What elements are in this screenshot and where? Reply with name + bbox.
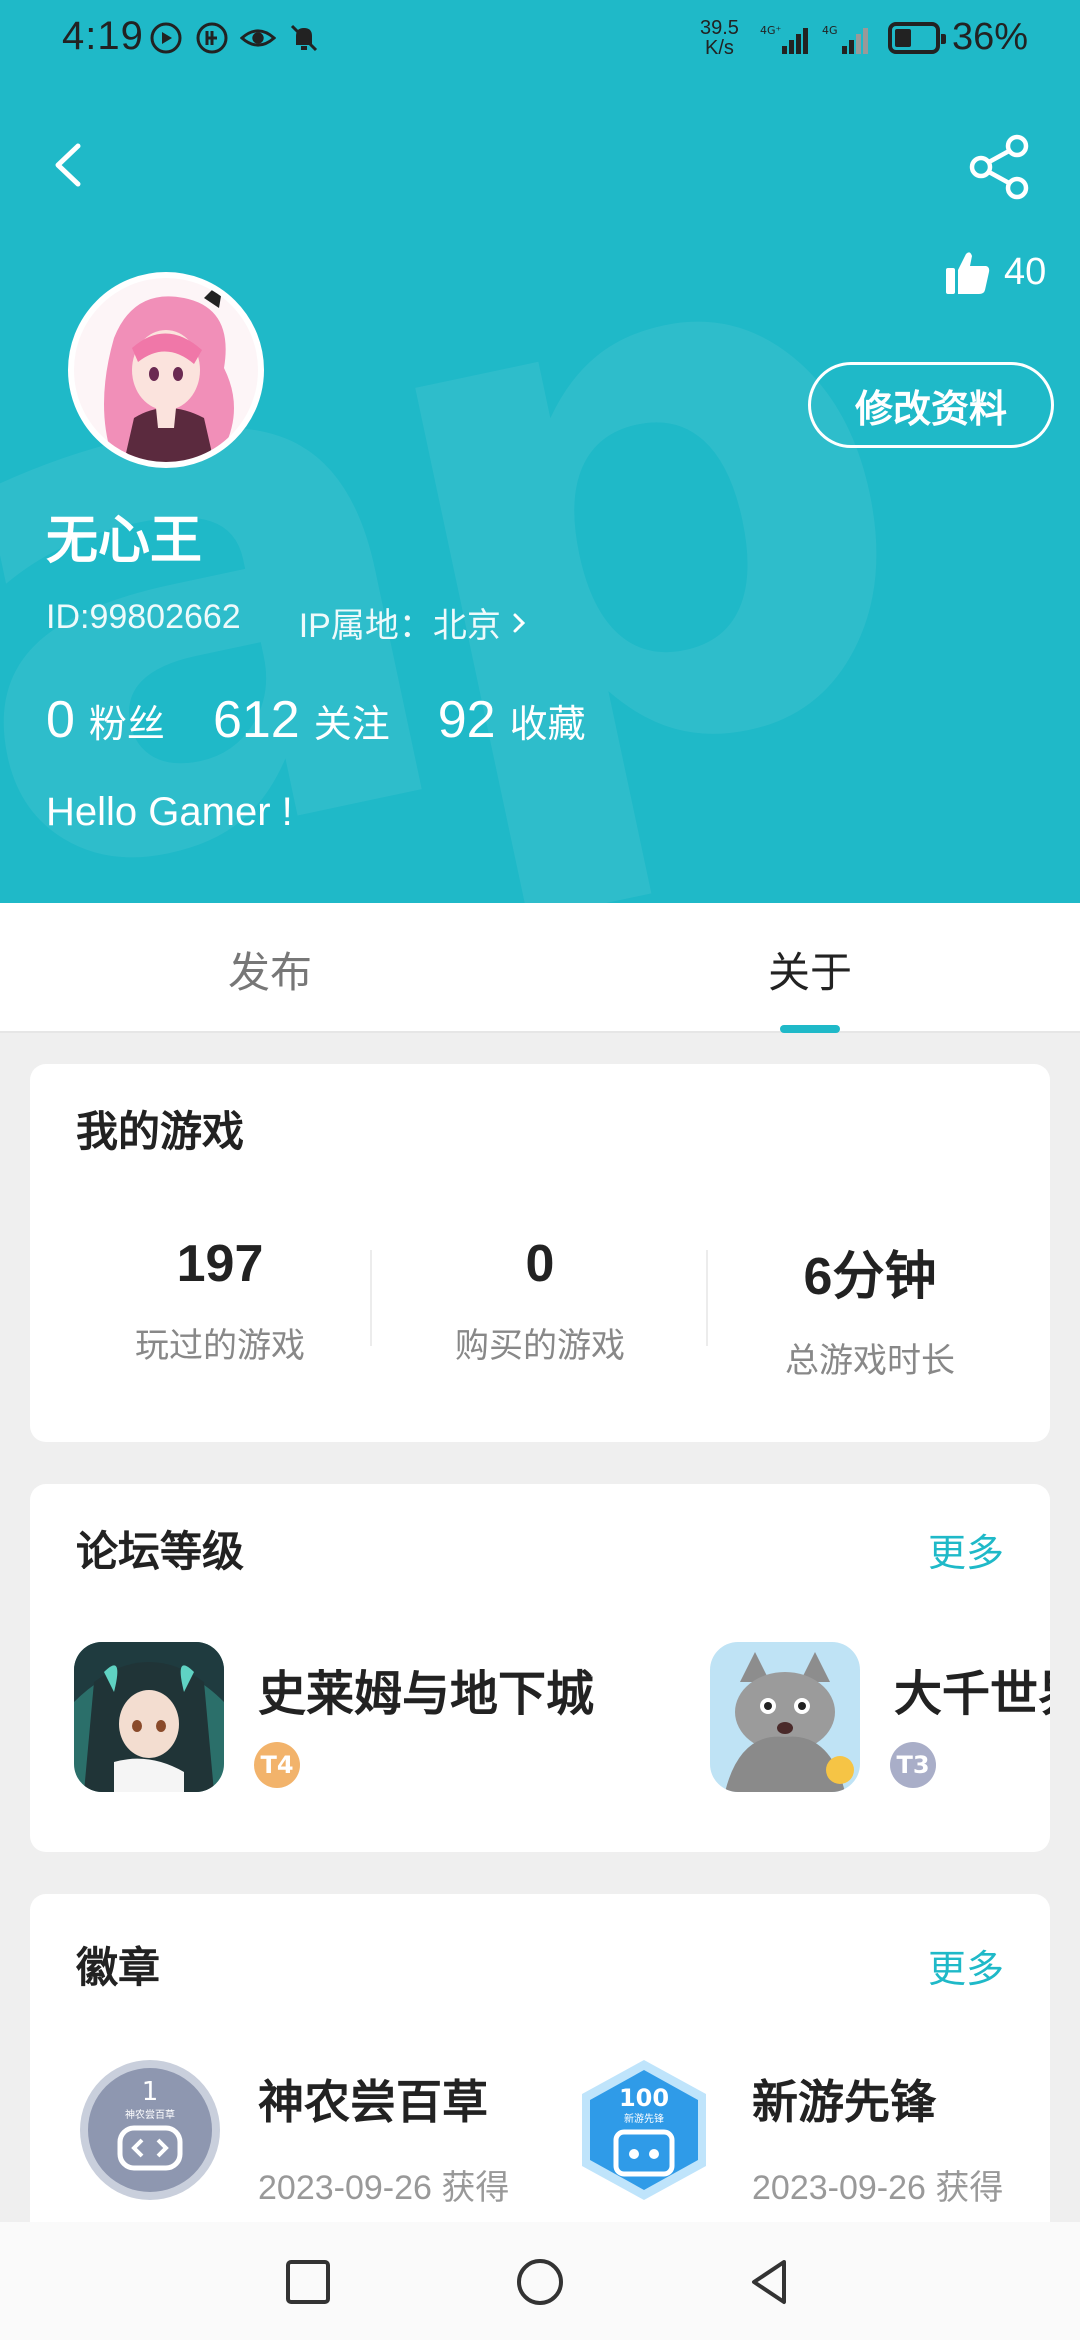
svg-text:4G⁺: 4G⁺ — [760, 24, 782, 37]
svg-text:4G: 4G — [822, 24, 838, 37]
share-button[interactable] — [965, 132, 1035, 202]
badge-text: 新游先锋 2023-09-26 获得 — [752, 2056, 1003, 2209]
favorites-count[interactable]: 92 — [438, 690, 496, 750]
played-games-label: 玩过的游戏 — [135, 1326, 305, 1366]
circle-icon — [517, 2259, 563, 2305]
network-speed-unit: K/s — [705, 37, 734, 59]
chevron-right-icon — [513, 613, 525, 632]
likes-count: 40 — [1004, 250, 1047, 293]
profile-meta: ID:99802662 IP属地：北京 — [46, 598, 529, 647]
played-games-count: 197 — [176, 1235, 264, 1293]
chevron-left-icon — [55, 143, 81, 187]
tab-active-indicator — [780, 1025, 840, 1033]
badge-icon-caption: 神农尝百草 — [125, 2108, 175, 2121]
following-count[interactable]: 612 — [213, 690, 300, 750]
badge-item[interactable]: 100 新游先锋 新游先锋 2023-09-26 获得 — [570, 2056, 1003, 2209]
badge-icon-caption: 新游先锋 — [624, 2112, 664, 2125]
badge-text: 神农尝百草 2023-09-26 获得 — [258, 2056, 509, 2209]
play-time-value: 6分钟 — [803, 1248, 937, 1306]
followers-label[interactable]: 粉丝 — [89, 693, 165, 748]
ip-location-text: IP属地：北京 — [298, 607, 501, 645]
play-time-label: 总游戏时长 — [785, 1341, 955, 1381]
forum-level-more-link[interactable]: 更多 — [928, 1522, 1004, 1577]
badge-date: 2023-09-26 获得 — [258, 2169, 510, 2207]
network-speed: 39.5 K/s — [700, 18, 739, 58]
status-time: 4:19 — [62, 14, 144, 58]
followers-count[interactable]: 0 — [46, 690, 75, 750]
forum-level-scroller[interactable]: 论坛等级 更多 史莱姆与地下城 T4 大千世 T3 — [30, 1484, 1050, 1852]
back-button[interactable] — [40, 130, 100, 200]
cat-game-icon — [710, 1642, 860, 1792]
favorites-label[interactable]: 收藏 — [510, 693, 586, 748]
profile-header: ap 4:19 39.5 K/s 4G⁺ 4G 36% 40 修改资料 无心王 … — [0, 0, 1080, 903]
badge-item[interactable]: 1 神农尝百草 神农尝百草 2023-09-26 获得 — [76, 2056, 509, 2209]
status-notification-icons — [148, 20, 322, 56]
likes-counter[interactable]: 40 — [944, 248, 1046, 296]
avatar[interactable] — [68, 272, 264, 468]
forum-level-card: 论坛等级 更多 史莱姆与地下城 T4 大千世 T3 — [30, 1484, 1050, 1852]
gamepad-badge-icon: 1 神农尝百草 — [76, 2056, 224, 2204]
forum-level-badge-text: T3 — [896, 1751, 930, 1779]
edit-profile-button[interactable]: 修改资料 — [808, 362, 1054, 448]
badge-name: 神农尝百草 — [258, 2075, 488, 2129]
signal-4g-icon-2: 4G — [822, 22, 878, 62]
triangle-back-icon — [752, 2260, 786, 2304]
eye-icon — [240, 20, 276, 56]
user-id: ID:99802662 — [46, 598, 241, 636]
my-games-card: 我的游戏 197 玩过的游戏 0 购买的游戏 6分钟 总游戏时长 — [30, 1064, 1050, 1442]
forum-item[interactable]: 史莱姆与地下城 T4 — [74, 1642, 594, 1792]
forum-level-badge-text: T4 — [260, 1751, 294, 1779]
my-games-title: 我的游戏 — [76, 1107, 245, 1156]
forum-level-badge-icon: T4 — [254, 1742, 300, 1788]
badge-icon-number: 100 — [619, 2084, 669, 2112]
badge-icon-number: 1 — [142, 2077, 159, 2107]
play-time-stat[interactable]: 6分钟 总游戏时长 — [720, 1234, 1020, 1382]
recent-apps-button[interactable] — [278, 2252, 338, 2312]
purchased-games-stat[interactable]: 0 购买的游戏 — [390, 1234, 690, 1367]
share-icon — [969, 134, 1029, 200]
system-navigation-bar — [0, 2222, 1080, 2340]
stat-divider — [706, 1250, 708, 1346]
network-speed-value: 39.5 — [700, 17, 739, 39]
purchased-games-count: 0 — [525, 1235, 555, 1293]
battery-percent: 36% — [952, 16, 1029, 58]
forum-level-title: 论坛等级 — [76, 1527, 245, 1576]
profile-bio: Hello Gamer ! — [46, 790, 293, 834]
purchased-games-label: 购买的游戏 — [455, 1326, 625, 1366]
forum-item[interactable]: 大千世界 T3 — [710, 1642, 1050, 1792]
app-notification-icon — [194, 20, 230, 56]
video-icon — [148, 20, 184, 56]
tab-about[interactable]: 关于 — [768, 939, 852, 1000]
profile-tabs: 发布 关于 — [0, 903, 1080, 1033]
username: 无心王 — [46, 511, 203, 571]
back-nav-button[interactable] — [740, 2252, 800, 2312]
badge-date: 2023-09-26 获得 — [752, 2169, 1004, 2207]
forum-item-name: 史莱姆与地下城 — [258, 1666, 595, 1722]
anime-character-avatar-image — [74, 278, 258, 462]
signal-4g-icon: 4G⁺ — [760, 22, 816, 62]
home-button[interactable] — [510, 2252, 570, 2312]
bell-off-icon — [286, 20, 322, 56]
battery-icon — [888, 22, 946, 54]
calendar-gamepad-badge-icon: 100 新游先锋 — [570, 2056, 718, 2204]
thumbs-up-icon — [946, 252, 990, 294]
badges-more-link[interactable]: 更多 — [928, 1938, 1004, 1993]
status-bar: 4:19 39.5 K/s 4G⁺ 4G 36% — [0, 0, 1080, 84]
stat-divider — [370, 1250, 372, 1346]
slime-dungeon-game-icon — [74, 1642, 224, 1792]
badges-title: 徽章 — [76, 1943, 161, 1992]
forum-level-badge-icon: T3 — [890, 1742, 936, 1788]
tab-publish[interactable]: 发布 — [228, 939, 312, 1000]
header-watermark: ap — [0, 33, 939, 903]
badge-name: 新游先锋 — [752, 2075, 936, 2129]
ip-location-link[interactable]: IP属地：北京 — [299, 598, 529, 647]
following-label[interactable]: 关注 — [314, 693, 390, 748]
profile-stats: 0 粉丝 612 关注 92 收藏 — [46, 690, 634, 750]
played-games-stat[interactable]: 197 玩过的游戏 — [70, 1234, 370, 1367]
square-icon — [286, 2260, 330, 2304]
